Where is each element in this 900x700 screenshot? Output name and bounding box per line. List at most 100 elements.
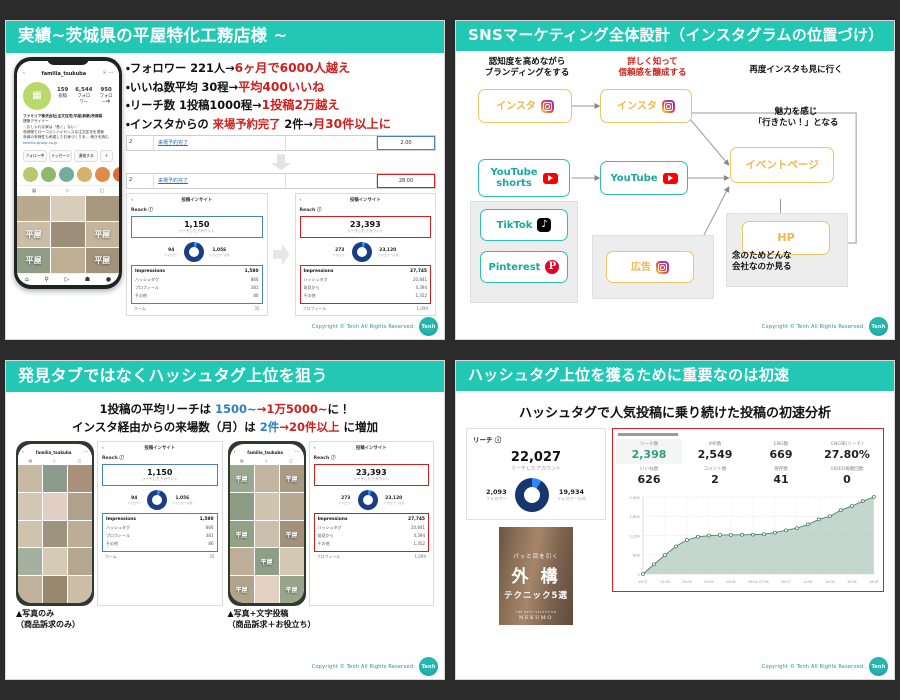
grid-post[interactable] [17,196,51,222]
back-chevron-icon[interactable]: ‹ [300,198,302,203]
back-chevron-icon[interactable]: ‹ [314,446,316,451]
grid-post[interactable] [68,548,92,576]
grid-post[interactable]: 平屋 [17,222,51,248]
add-button[interactable]: ＋ [100,150,114,163]
tab-grid-icon[interactable]: ▦ [29,458,33,463]
highlight-5[interactable] [95,167,110,183]
home-icon[interactable]: ⌂ [25,276,29,283]
grid-post[interactable] [43,548,67,576]
slide-3: 発見タブではなくハッシュタグ上位を狙う 1投稿の平均リーチは 1500~→1万5… [5,360,445,680]
grid-post[interactable] [51,248,85,273]
stat-following[interactable]: 950 フォロー中 [99,87,113,105]
grid-post[interactable]: 平屋 [229,576,254,604]
grid-post[interactable] [18,548,42,576]
panel-drag-handle[interactable] [618,433,678,436]
node-ad[interactable]: 広告 [606,251,694,284]
node-insta-2[interactable]: インスタ [600,89,692,124]
grid-post[interactable] [229,548,254,576]
node-youtube[interactable]: YouTube [600,161,688,196]
menu-icon[interactable]: ⋯ [83,450,88,455]
bio-website-link[interactable]: familia-group.co.jp [23,141,113,146]
grid-post[interactable]: 平屋 [85,248,119,273]
grid-post[interactable]: 平屋 [229,520,254,548]
tab-reels-icon[interactable]: ▷ [265,458,268,463]
tab-tagged-icon[interactable]: ◫ [289,458,293,463]
grid-post[interactable] [51,222,85,248]
highlight-6[interactable] [113,167,119,183]
grid-post[interactable] [43,576,67,604]
search-icon[interactable]: ⚲ [44,276,48,283]
grid-post[interactable] [43,492,67,520]
grid-post[interactable] [68,576,92,604]
bell-and-menu-icons[interactable]: ☉ ⋯ [103,71,113,76]
non-followers-value: 23,120 フォロワー以外 [383,495,405,505]
grid-post[interactable] [279,492,304,520]
slide-4-lead: ハッシュタグで人気投稿に乗り続けた投稿の初速分析 [518,406,831,422]
reels-icon[interactable]: ▷ [64,276,69,283]
row-value: 2.00 [377,136,435,151]
grid-post[interactable] [279,548,304,576]
grid-post[interactable]: 平屋 [279,520,304,548]
post-thumbnail[interactable]: パッと目を引く 外 構 テクニック5選 THE BEST SELECTION N… [499,527,573,626]
grid-post[interactable] [43,520,67,548]
node-event-page[interactable]: イベントページ [730,147,834,184]
grid-post[interactable]: 平屋 [17,248,51,273]
profile-tabs: ▦ ▷ ◫ [17,185,119,196]
tab-grid-icon[interactable]: ▦ [240,458,244,463]
grid-post[interactable]: 平屋 [279,576,304,604]
row-label[interactable]: 来場予約完了 [154,174,286,189]
grid-post[interactable] [254,492,279,520]
youtube-icon [662,172,678,184]
tab-grid-icon[interactable]: ▦ [32,188,37,194]
grid-post[interactable] [68,520,92,548]
follow-button[interactable]: フォロー中 [23,150,47,163]
node-pinterest[interactable]: Pinterest P [480,251,568,284]
grid-post[interactable] [18,465,42,492]
stat-followers[interactable]: 6,544 フォロワー [75,87,92,105]
profile-icon[interactable]: ● [106,276,111,283]
grid-post[interactable]: 平屋 [85,222,119,248]
company-logo: Tenh [419,657,438,676]
row-label[interactable]: 来場予約完了 [154,136,286,151]
highlight-3[interactable] [59,167,74,183]
tab-reels-icon[interactable]: ▷ [53,458,56,463]
back-chevron-icon[interactable]: ‹ [102,446,104,451]
back-chevron-icon[interactable]: ‹ [22,450,24,455]
grid-post[interactable]: 平屋 [254,548,279,576]
message-button[interactable]: メッセージ [48,150,73,163]
highlight-2[interactable] [41,167,56,183]
stat-video-views: VIDEO視聴回数 0 [830,466,864,486]
grid-post[interactable] [43,465,67,492]
grid-post[interactable] [254,520,279,548]
grid-post[interactable] [18,492,42,520]
post-thumbnail-wrap: パッと目を引く 外 構 テクニック5選 THE BEST SELECTION N… [466,520,606,626]
grid-post[interactable]: 平屋 [279,465,304,492]
shop-icon[interactable]: ☗ [85,276,90,283]
back-chevron-icon[interactable]: ‹ [131,198,133,203]
back-chevron-icon[interactable]: ‹ [234,450,236,455]
svg-text:19:07: 19:07 [638,580,647,584]
grid-post[interactable] [68,492,92,520]
back-chevron-icon[interactable]: ‹ [23,71,25,76]
slide-1-right-column: ・フォロワー 221人→6ヶ月で6000人越え ・いいね数平均 30程→平均40… [126,57,436,339]
grid-post[interactable] [229,492,254,520]
tab-reels-icon[interactable]: ▷ [66,188,70,194]
menu-icon[interactable]: ⋯ [295,450,300,455]
grid-post[interactable] [18,520,42,548]
tab-tagged-icon[interactable]: ◫ [78,458,82,463]
grid-post[interactable] [85,196,119,222]
node-tiktok[interactable]: TikTok ♪ [480,209,568,242]
caption-awareness: 認知度を高めながら ブランディングをする [484,57,570,79]
grid-post[interactable] [254,465,279,492]
highlight-4[interactable] [77,167,92,183]
tab-tagged-icon[interactable]: ◫ [99,188,104,194]
grid-post[interactable] [254,576,279,604]
grid-post[interactable] [68,465,92,492]
grid-post[interactable]: 平屋 [229,465,254,492]
contact-button[interactable]: 連絡する [74,150,99,163]
node-insta-1[interactable]: インスタ [478,89,572,124]
node-youtube-shorts[interactable]: YouTube shorts [478,159,570,198]
highlight-1[interactable] [23,167,38,183]
grid-post[interactable] [18,576,42,604]
grid-post[interactable] [51,196,85,222]
